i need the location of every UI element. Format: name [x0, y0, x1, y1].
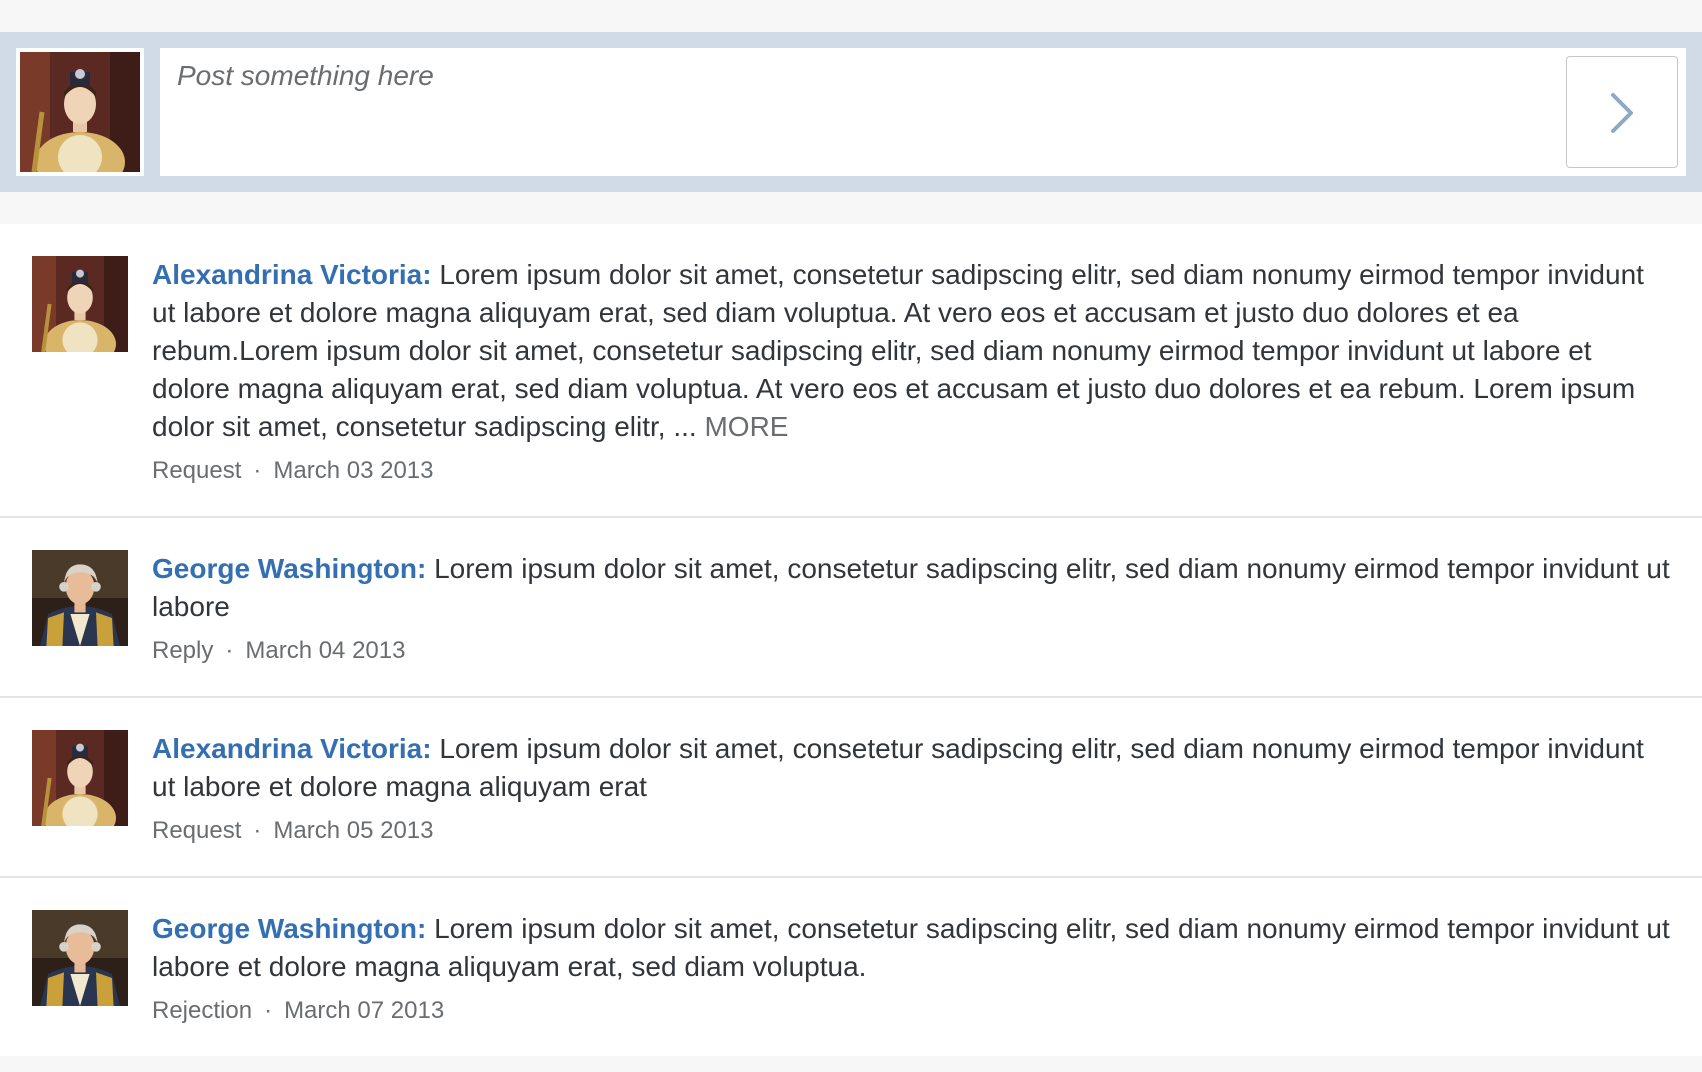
- feed-item-type: Reply: [152, 637, 214, 664]
- feed-composer: Post something here: [0, 32, 1702, 192]
- avatar[interactable]: [32, 910, 128, 1006]
- feed-item-text: Alexandrina Victoria: Lorem ipsum dolor …: [152, 730, 1670, 806]
- feed-item-meta: Rejection · March 07 2013: [152, 996, 1670, 1026]
- victoria-portrait-icon: [32, 256, 128, 352]
- chevron-right-icon: [1611, 93, 1633, 133]
- meta-separator: ·: [253, 817, 262, 844]
- feed-item-date: March 04 2013: [245, 637, 406, 664]
- meta-separator: ·: [264, 997, 273, 1024]
- author-link[interactable]: George Washington:: [152, 553, 426, 584]
- washington-portrait-icon: [32, 550, 128, 646]
- more-link[interactable]: MORE: [704, 411, 788, 442]
- feed-item-text: Alexandrina Victoria: Lorem ipsum dolor …: [152, 256, 1670, 446]
- avatar[interactable]: [32, 550, 128, 646]
- author-link[interactable]: Alexandrina Victoria:: [152, 733, 432, 764]
- feed-item-meta: Reply · March 04 2013: [152, 636, 1670, 666]
- author-link[interactable]: George Washington:: [152, 913, 426, 944]
- feed-list-item: George Washington: Lorem ipsum dolor sit…: [0, 878, 1702, 1056]
- post-input[interactable]: Post something here: [160, 48, 1686, 176]
- author-link[interactable]: Alexandrina Victoria:: [152, 259, 432, 290]
- feed-item-type: Request: [152, 817, 242, 844]
- post-button[interactable]: [1566, 56, 1678, 168]
- feed-item-type: Request: [152, 457, 242, 484]
- feed-item-text: George Washington: Lorem ipsum dolor sit…: [152, 910, 1670, 986]
- current-user-avatar: [16, 48, 144, 176]
- feed-item-date: March 03 2013: [273, 457, 434, 484]
- washington-portrait-icon: [32, 910, 128, 1006]
- feed-list-item: Alexandrina Victoria: Lorem ipsum dolor …: [0, 224, 1702, 518]
- feed-item-date: March 07 2013: [284, 997, 445, 1024]
- feed-item-date: March 05 2013: [273, 817, 434, 844]
- victoria-portrait-icon: [32, 730, 128, 826]
- feed-item-meta: Request · March 03 2013: [152, 456, 1670, 486]
- avatar[interactable]: [32, 256, 128, 352]
- feed-item-type: Rejection: [152, 997, 253, 1024]
- feed-item-text: George Washington: Lorem ipsum dolor sit…: [152, 550, 1670, 626]
- feed-list-item: George Washington: Lorem ipsum dolor sit…: [0, 518, 1702, 698]
- feed-list: Alexandrina Victoria: Lorem ipsum dolor …: [0, 224, 1702, 1056]
- avatar[interactable]: [32, 730, 128, 826]
- meta-separator: ·: [253, 457, 262, 484]
- meta-separator: ·: [225, 637, 234, 664]
- feed-list-item: Alexandrina Victoria: Lorem ipsum dolor …: [0, 698, 1702, 878]
- feed-item-meta: Request · March 05 2013: [152, 816, 1670, 846]
- post-input-placeholder: Post something here: [177, 60, 434, 91]
- victoria-portrait-icon: [20, 52, 140, 172]
